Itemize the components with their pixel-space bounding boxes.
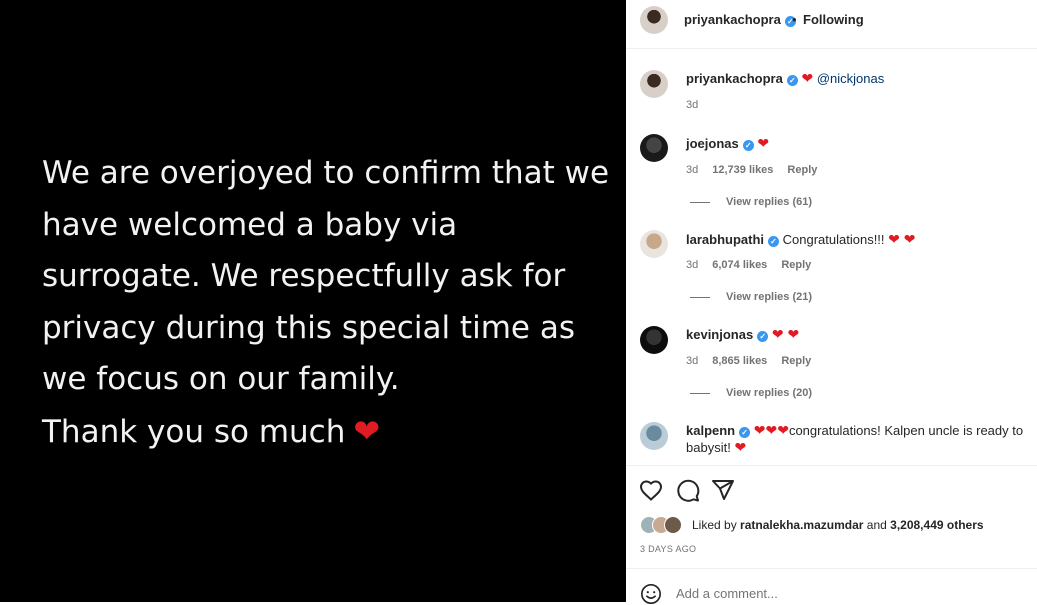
verified-icon: ✓ bbox=[739, 427, 751, 438]
avatar[interactable] bbox=[640, 6, 668, 34]
liked-by-avatars bbox=[640, 516, 688, 534]
likes-and: and bbox=[866, 518, 887, 532]
username-text[interactable]: priyankachopra bbox=[684, 12, 781, 27]
caption-time: 3d bbox=[686, 99, 699, 111]
comment: larabhupathi ✓ Congratulations!!! ❤ ❤ bbox=[686, 231, 916, 248]
post-sidebar: priyankachopra ✓ • Following priyankachop… bbox=[626, 0, 1037, 604]
comment-time: 3d bbox=[686, 164, 699, 176]
heart-emoji-icon: ❤❤❤ bbox=[753, 422, 789, 438]
reply-button[interactable]: Reply bbox=[781, 355, 811, 367]
avatar[interactable] bbox=[640, 70, 668, 98]
post-line: have welcomed a baby via bbox=[42, 206, 458, 243]
post-line: We are overjoyed to confirm that we bbox=[42, 155, 610, 191]
comment: joejonas ✓ ❤ bbox=[686, 135, 769, 152]
verified-icon: ✓ bbox=[768, 236, 780, 247]
comment: kalpenn ✓ ❤❤❤congratulations! Kalpen uncl… bbox=[686, 422, 1031, 456]
likes-summary: Liked by ratnalekha.mazumdar and 3,208,4… bbox=[692, 518, 984, 532]
heart-icon[interactable] bbox=[639, 479, 663, 501]
likes-prefix: Liked by bbox=[692, 518, 737, 532]
view-replies-button[interactable]: View replies (20) bbox=[690, 387, 812, 399]
post-text: We are overjoyed to confirm that we have… bbox=[42, 148, 610, 459]
comment-line: kalpenn ✓ ❤❤❤congratulations! Kalpen uncl… bbox=[686, 422, 1024, 438]
view-replies-label[interactable]: View replies (61) bbox=[726, 196, 812, 208]
heart-emoji-icon: ❤ bbox=[353, 411, 381, 450]
post-line: we focus on our family. bbox=[42, 361, 400, 397]
comment-likes[interactable]: 6,074 likes bbox=[712, 259, 767, 271]
comment-meta: 3d 8,865 likes Reply bbox=[686, 355, 825, 367]
post-image: We are overjoyed to confirm that we have… bbox=[0, 0, 626, 602]
comment-time: 3d bbox=[686, 355, 699, 367]
add-comment-input[interactable] bbox=[676, 586, 976, 601]
heart-emoji-icon: ❤ bbox=[801, 70, 814, 86]
comment-meta: 3d 12,739 likes Reply bbox=[686, 164, 831, 176]
replies-line bbox=[690, 201, 710, 203]
comment-username[interactable]: joejonas bbox=[686, 136, 739, 151]
view-replies-button[interactable]: View replies (21) bbox=[690, 291, 812, 303]
heart-emoji-icon: ❤ bbox=[757, 135, 770, 151]
comment-text: congratulations! Kalpen uncle is ready t… bbox=[788, 423, 1024, 438]
verified-icon: ✓ bbox=[757, 331, 769, 342]
heart-emoji-icon: ❤ bbox=[734, 439, 747, 455]
heart-emoji-icon: ❤ ❤ bbox=[771, 326, 800, 342]
likes-others[interactable]: 3,208,449 others bbox=[890, 518, 983, 532]
avatar bbox=[664, 516, 682, 534]
caption: priyankachopra ✓ ❤ @nickjonas bbox=[686, 70, 884, 87]
view-replies-label[interactable]: View replies (20) bbox=[726, 387, 812, 399]
comment-likes[interactable]: 12,739 likes bbox=[712, 164, 773, 176]
caption-username[interactable]: priyankachopra bbox=[686, 71, 783, 86]
post-line: surrogate. We respectfully ask for bbox=[42, 258, 566, 294]
avatar[interactable] bbox=[640, 422, 668, 450]
comment-username[interactable]: larabhupathi bbox=[686, 232, 764, 247]
post-date[interactable]: 3 DAYS AGO bbox=[640, 544, 696, 554]
comment-text-cont: babysit! bbox=[686, 440, 731, 455]
avatar[interactable] bbox=[640, 134, 668, 162]
post-header: priyankachopra ✓ • Following bbox=[626, 0, 1037, 49]
reply-button[interactable]: Reply bbox=[781, 259, 811, 271]
liked-by-user[interactable]: ratnalekha.mazumdar bbox=[740, 518, 863, 532]
comment-meta: 3d 6,074 likes Reply bbox=[686, 259, 825, 271]
comment-username[interactable]: kevinjonas bbox=[686, 327, 753, 342]
post-line-thanks: Thank you so much bbox=[42, 413, 346, 450]
heart-emoji-icon: ❤ ❤ bbox=[888, 231, 916, 247]
view-replies-button[interactable]: View replies (61) bbox=[690, 196, 812, 208]
avatar[interactable] bbox=[640, 326, 668, 354]
replies-line bbox=[690, 392, 710, 394]
following-button[interactable]: Following bbox=[803, 12, 864, 27]
header-username[interactable]: priyankachopra ✓ bbox=[684, 12, 796, 27]
verified-icon: ✓ bbox=[742, 140, 754, 151]
comment-time: 3d bbox=[686, 259, 699, 271]
comment-icon[interactable] bbox=[676, 479, 700, 502]
comment-text: Congratulations!!! bbox=[782, 232, 885, 247]
mention-link[interactable]: @nickjonas bbox=[817, 71, 884, 86]
post-line: privacy during this special time as bbox=[42, 309, 575, 346]
replies-line bbox=[690, 296, 710, 298]
avatar[interactable] bbox=[640, 230, 668, 258]
post-line-last: Thank you so much ❤ bbox=[42, 406, 602, 459]
divider bbox=[626, 465, 1037, 466]
comment: kevinjonas ✓ ❤ ❤ bbox=[686, 326, 799, 343]
comment-username[interactable]: kalpenn bbox=[686, 423, 735, 438]
verified-icon: ✓ bbox=[786, 75, 798, 86]
comment-likes[interactable]: 8,865 likes bbox=[712, 355, 767, 367]
separator-dot: • bbox=[792, 12, 797, 27]
reply-button[interactable]: Reply bbox=[787, 164, 817, 176]
view-replies-label[interactable]: View replies (21) bbox=[726, 291, 812, 303]
divider bbox=[626, 568, 1037, 569]
share-icon[interactable] bbox=[711, 479, 735, 501]
